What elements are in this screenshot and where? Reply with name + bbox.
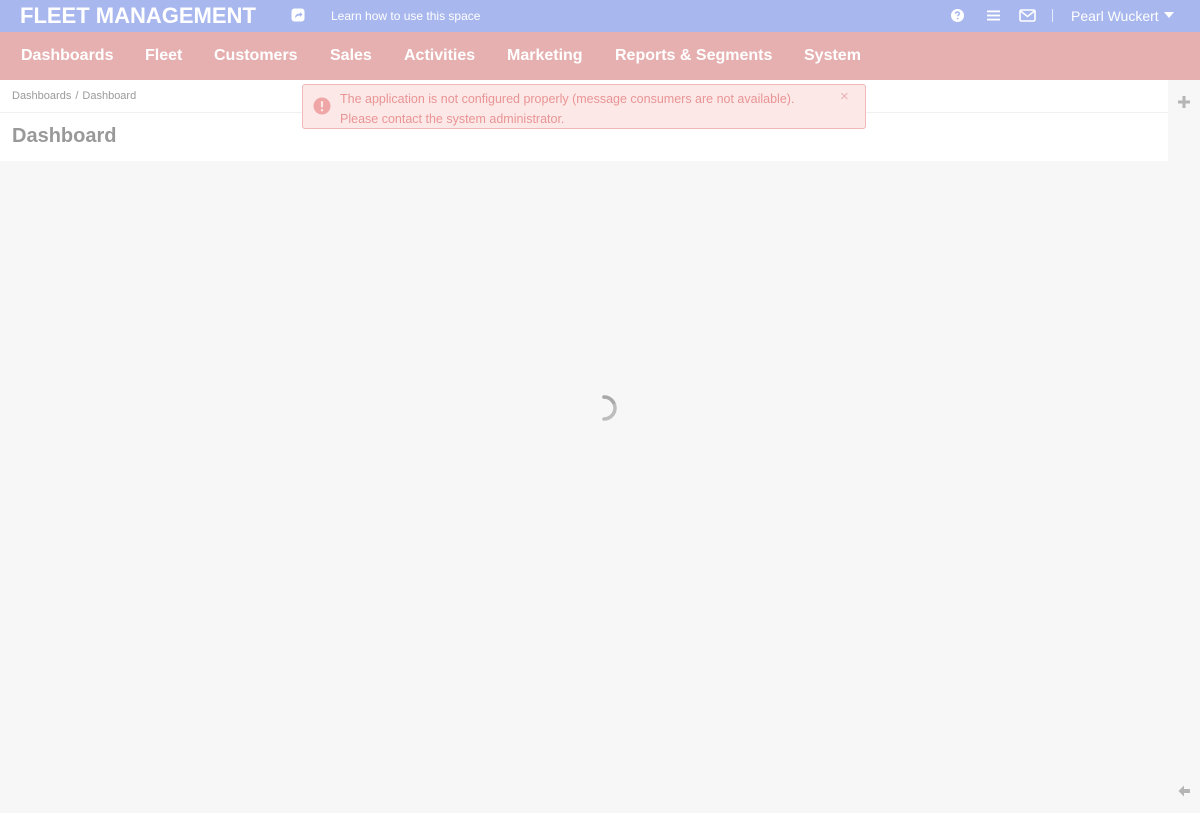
chevron-down-icon <box>1163 12 1174 19</box>
user-name: Pearl Wuckert <box>1071 8 1159 24</box>
alert-message: The application is not configured proper… <box>340 89 830 129</box>
envelope-icon[interactable] <box>1019 8 1036 23</box>
main-nav: Dashboards Fleet Customers Sales Activit… <box>0 32 1200 80</box>
share-icon[interactable] <box>291 8 305 22</box>
nav-item-activities[interactable]: Activities <box>404 47 475 65</box>
arrow-left-icon[interactable] <box>1176 783 1192 799</box>
nav-item-customers[interactable]: Customers <box>214 47 298 65</box>
list-icon[interactable] <box>986 8 1001 23</box>
breadcrumb: Dashboards / Dashboard <box>12 90 136 102</box>
top-divider <box>1052 9 1053 22</box>
breadcrumb-link-dashboards[interactable]: Dashboards <box>12 90 71 102</box>
user-menu[interactable]: Pearl Wuckert <box>1071 8 1174 24</box>
exclamation-circle-icon <box>313 97 331 115</box>
breadcrumb-link-dashboard[interactable]: Dashboard <box>82 90 136 102</box>
question-circle-icon[interactable] <box>950 8 965 23</box>
loading-spinner-icon <box>602 395 617 421</box>
right-sidebar <box>1168 80 1200 813</box>
nav-item-fleet[interactable]: Fleet <box>145 47 182 65</box>
app-brand[interactable]: FLEET MANAGEMENT <box>20 3 256 29</box>
help-link[interactable]: Learn how to use this space <box>331 9 480 23</box>
top-bar: FLEET MANAGEMENT Learn how to use this s… <box>0 0 1200 32</box>
page-title: Dashboard <box>12 125 117 147</box>
nav-item-system[interactable]: System <box>804 47 861 65</box>
nav-item-sales[interactable]: Sales <box>330 47 372 65</box>
error-alert: The application is not configured proper… <box>302 84 866 129</box>
close-icon[interactable]: × <box>840 88 849 106</box>
plus-icon[interactable] <box>1176 94 1192 110</box>
alert-message-line-2: Please contact the system administrator. <box>340 112 565 126</box>
nav-item-marketing[interactable]: Marketing <box>507 47 583 65</box>
nav-item-dashboards[interactable]: Dashboards <box>21 47 113 65</box>
nav-item-reports-segments[interactable]: Reports & Segments <box>615 47 772 65</box>
breadcrumb-separator: / <box>75 90 79 102</box>
alert-message-line-1: The application is not configured proper… <box>340 92 795 106</box>
